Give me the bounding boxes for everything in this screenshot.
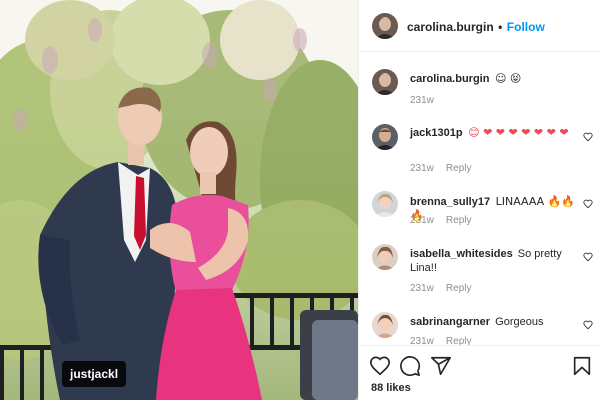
reply-button[interactable]: Reply <box>446 215 472 226</box>
comment-icon[interactable] <box>399 355 421 377</box>
comment-avatar[interactable] <box>372 191 398 217</box>
caption-avatar[interactable] <box>372 69 398 95</box>
reply-button[interactable]: Reply <box>446 283 472 294</box>
comment-item: brenna_sully17 LINAAAA 🔥🔥🔥 231w Reply <box>359 191 600 231</box>
photo-user-tag[interactable]: justjackl <box>62 361 127 387</box>
caption: carolina.burgin ☺ 😝 231w <box>359 69 600 125</box>
photo-illustration <box>0 0 358 400</box>
comment-time[interactable]: 231w <box>410 336 434 345</box>
comment-avatar[interactable] <box>372 244 398 270</box>
share-icon[interactable] <box>430 355 452 377</box>
comment-avatar[interactable] <box>372 124 398 150</box>
caption-text: ☺ 😝 <box>491 72 522 85</box>
caption-username[interactable]: carolina.burgin <box>410 73 489 85</box>
comment-username[interactable]: sabrinangarner <box>410 316 490 328</box>
like-comment-heart-icon[interactable] <box>583 320 593 330</box>
author-avatar[interactable] <box>372 13 398 39</box>
like-comment-heart-icon[interactable] <box>583 132 593 142</box>
comment-time[interactable]: 231w <box>410 163 434 174</box>
comment-username[interactable]: jack1301p <box>410 127 463 139</box>
post-actions: 88 likes <box>359 345 600 400</box>
like-comment-heart-icon[interactable] <box>583 199 593 209</box>
comment-text: Gorgeous <box>492 316 544 328</box>
likes-count[interactable]: 88 likes <box>371 382 411 394</box>
separator-dot: • <box>498 20 503 34</box>
reply-button[interactable]: Reply <box>446 163 472 174</box>
comment-avatar[interactable] <box>372 312 398 338</box>
comment-item: sabrinangarner Gorgeous 231w Reply <box>359 312 600 345</box>
comment-username[interactable]: isabella_whitesides <box>410 248 513 260</box>
like-comment-heart-icon[interactable] <box>583 252 593 262</box>
comment-item: isabella_whitesides So pretty Lina!! 231… <box>359 244 600 300</box>
save-icon[interactable] <box>571 355 593 377</box>
comment-text: 😊 ❤ ❤ ❤ ❤ ❤ ❤ ❤ <box>464 126 569 139</box>
reply-button[interactable]: Reply <box>446 336 472 345</box>
comment-username[interactable]: brenna_sully17 <box>410 196 490 208</box>
heart-icon[interactable] <box>369 355 391 377</box>
post-photo[interactable]: justjackl <box>0 0 358 400</box>
comment-item: jack1301p 😊 ❤ ❤ ❤ ❤ ❤ ❤ ❤ 231w Reply <box>359 124 600 186</box>
comment-time[interactable]: 231w <box>410 215 434 226</box>
follow-button[interactable]: Follow <box>507 20 545 34</box>
caption-time[interactable]: 231w <box>410 95 434 106</box>
comments-list[interactable]: carolina.burgin ☺ 😝 231w jack1301p 😊 ❤ ❤… <box>359 52 600 345</box>
post-header: carolina.burgin • Follow <box>359 0 600 52</box>
author-username[interactable]: carolina.burgin <box>407 20 494 34</box>
post-side-panel: carolina.burgin • Follow carolina.burgin… <box>358 0 600 400</box>
comment-time[interactable]: 231w <box>410 283 434 294</box>
